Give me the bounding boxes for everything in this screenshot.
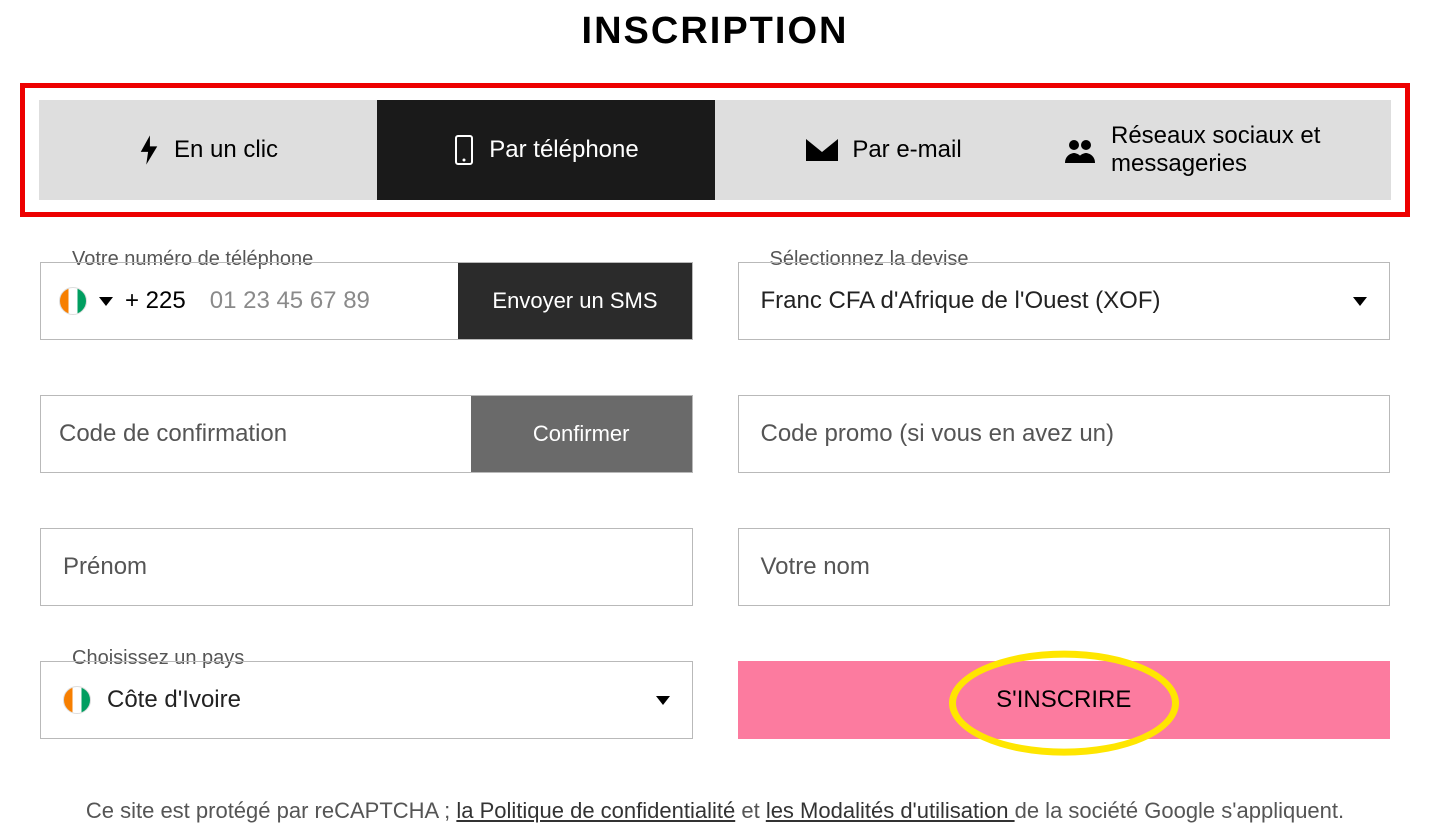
registration-tabs: En un clic Par téléphone Par e-mail Rése… — [39, 100, 1391, 200]
bolt-icon — [138, 135, 160, 165]
recaptcha-disclaimer: Ce site est protégé par reCAPTCHA ; la P… — [20, 794, 1410, 827]
tab-phone-label: Par téléphone — [489, 136, 638, 164]
confirmation-field: Code de confirmation Confirmer — [40, 395, 693, 473]
chevron-down-icon — [1353, 297, 1367, 306]
tab-email-label: Par e-mail — [852, 136, 961, 164]
country-select[interactable]: Côte d'Ivoire — [40, 661, 693, 739]
firstname-field: Prénom — [40, 528, 693, 606]
tabs-highlight-box: En un clic Par téléphone Par e-mail Rése… — [20, 83, 1410, 217]
send-sms-button[interactable]: Envoyer un SMS — [458, 263, 691, 339]
currency-value: Franc CFA d'Afrique de l'Ouest (XOF) — [761, 287, 1161, 315]
disclaimer-mid: et — [741, 798, 765, 823]
flag-ci-icon — [63, 686, 91, 714]
submit-row: S'INSCRIRE — [738, 661, 1391, 739]
dial-code: + 225 — [125, 287, 186, 315]
envelope-icon — [806, 139, 838, 161]
phone-icon — [453, 134, 475, 166]
disclaimer-prefix: Ce site est protégé par reCAPTCHA ; — [86, 798, 457, 823]
country-field: Choisissez un pays Côte d'Ivoire — [40, 661, 693, 739]
terms-link[interactable]: les Modalités d'utilisation — [766, 798, 1015, 823]
confirm-button[interactable]: Confirmer — [471, 396, 692, 472]
page-title: INSCRIPTION — [20, 10, 1410, 53]
firstname-input[interactable]: Prénom — [63, 553, 147, 581]
currency-select[interactable]: Franc CFA d'Afrique de l'Ouest (XOF) — [738, 262, 1391, 340]
confirmation-input[interactable]: Code de confirmation — [59, 420, 287, 448]
country-code-selector[interactable]: + 225 01 23 45 67 89 — [41, 287, 458, 315]
lastname-field: Votre nom — [738, 528, 1391, 606]
currency-field: Sélectionnez la devise Franc CFA d'Afriq… — [738, 262, 1391, 340]
tab-one-click[interactable]: En un clic — [39, 100, 377, 200]
tab-one-click-label: En un clic — [174, 136, 278, 164]
flag-ci-icon — [59, 287, 87, 315]
promo-input[interactable]: Code promo (si vous en avez un) — [761, 420, 1115, 448]
privacy-link[interactable]: la Politique de confidentialité — [456, 798, 735, 823]
users-icon — [1063, 137, 1097, 163]
phone-input[interactable]: 01 23 45 67 89 — [210, 287, 370, 315]
phone-field: Votre numéro de téléphone + 225 01 23 45… — [40, 262, 693, 340]
chevron-down-icon — [656, 696, 670, 705]
country-value: Côte d'Ivoire — [107, 686, 241, 714]
tab-social[interactable]: Réseaux sociaux et messageries — [1053, 100, 1391, 200]
chevron-down-icon — [99, 297, 113, 306]
promo-field: Code promo (si vous en avez un) — [738, 395, 1391, 473]
lastname-input[interactable]: Votre nom — [761, 553, 870, 581]
disclaimer-suffix: de la société Google s'appliquent. — [1015, 798, 1345, 823]
tab-social-label: Réseaux sociaux et messageries — [1111, 122, 1381, 178]
tab-email[interactable]: Par e-mail — [715, 100, 1053, 200]
submit-button[interactable]: S'INSCRIRE — [738, 661, 1391, 739]
tab-phone[interactable]: Par téléphone — [377, 100, 715, 200]
